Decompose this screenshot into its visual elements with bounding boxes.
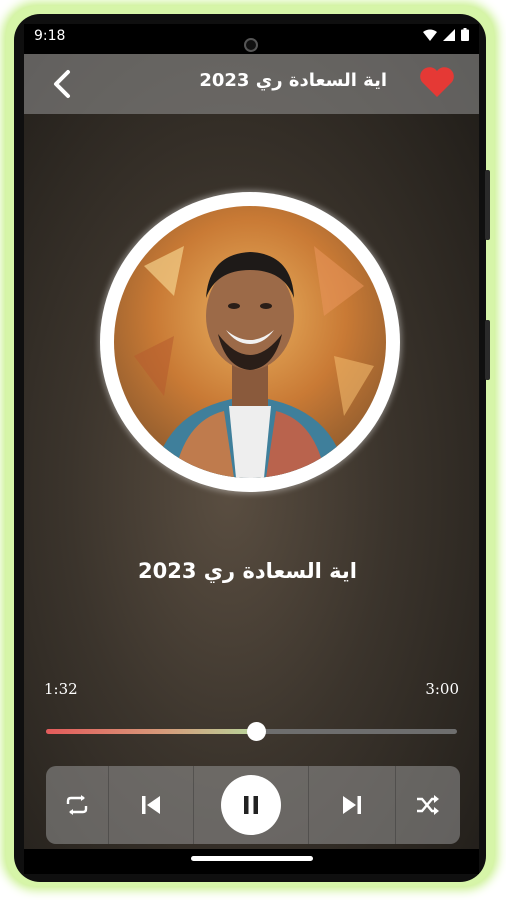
skip-next-icon: [343, 796, 361, 814]
status-icons: [423, 28, 469, 44]
home-indicator[interactable]: [191, 856, 313, 861]
volume-button: [485, 170, 490, 240]
playback-controls: [46, 766, 460, 844]
power-button: [485, 320, 490, 380]
album-art: [114, 206, 386, 478]
seek-bar-thumb[interactable]: [246, 722, 266, 741]
back-button[interactable]: [46, 66, 82, 102]
repeat-icon: [66, 795, 88, 815]
battery-icon: [461, 28, 469, 41]
shuffle-icon: [417, 795, 439, 815]
seek-bar-progress: [46, 729, 256, 734]
previous-button[interactable]: [109, 766, 193, 844]
next-button[interactable]: [309, 766, 395, 844]
system-nav-bar: [24, 849, 479, 874]
shuffle-button[interactable]: [396, 766, 460, 844]
camera-icon: [244, 38, 258, 52]
current-time: 1:32: [44, 680, 78, 698]
heart-icon: [420, 67, 454, 97]
pause-icon: [244, 796, 258, 814]
status-bar: 9:18: [24, 24, 479, 52]
favorite-button[interactable]: [417, 62, 457, 102]
repeat-button[interactable]: [46, 766, 108, 844]
wifi-icon: [423, 29, 438, 41]
song-title: اية السعادة ري 2023: [138, 559, 357, 583]
play-pause-button[interactable]: [194, 766, 308, 844]
pause-button[interactable]: [221, 775, 281, 835]
signal-icon: [443, 29, 456, 41]
screen: 9:18 اية السعادة ري 2023 اية السعادة ري …: [24, 24, 479, 874]
skip-previous-icon: [142, 796, 160, 814]
page-title: اية السعادة ري 2023: [199, 70, 387, 91]
duration: 3:00: [425, 680, 459, 698]
chevron-left-icon: [54, 70, 70, 98]
artist-portrait: [134, 246, 374, 478]
album-art-frame: [100, 192, 400, 492]
top-bar: اية السعادة ري 2023: [24, 54, 479, 114]
player-screen: اية السعادة ري 2023 اية السعادة ري 2023 …: [24, 54, 479, 849]
seek-bar[interactable]: [46, 722, 457, 741]
status-time: 9:18: [34, 28, 66, 44]
